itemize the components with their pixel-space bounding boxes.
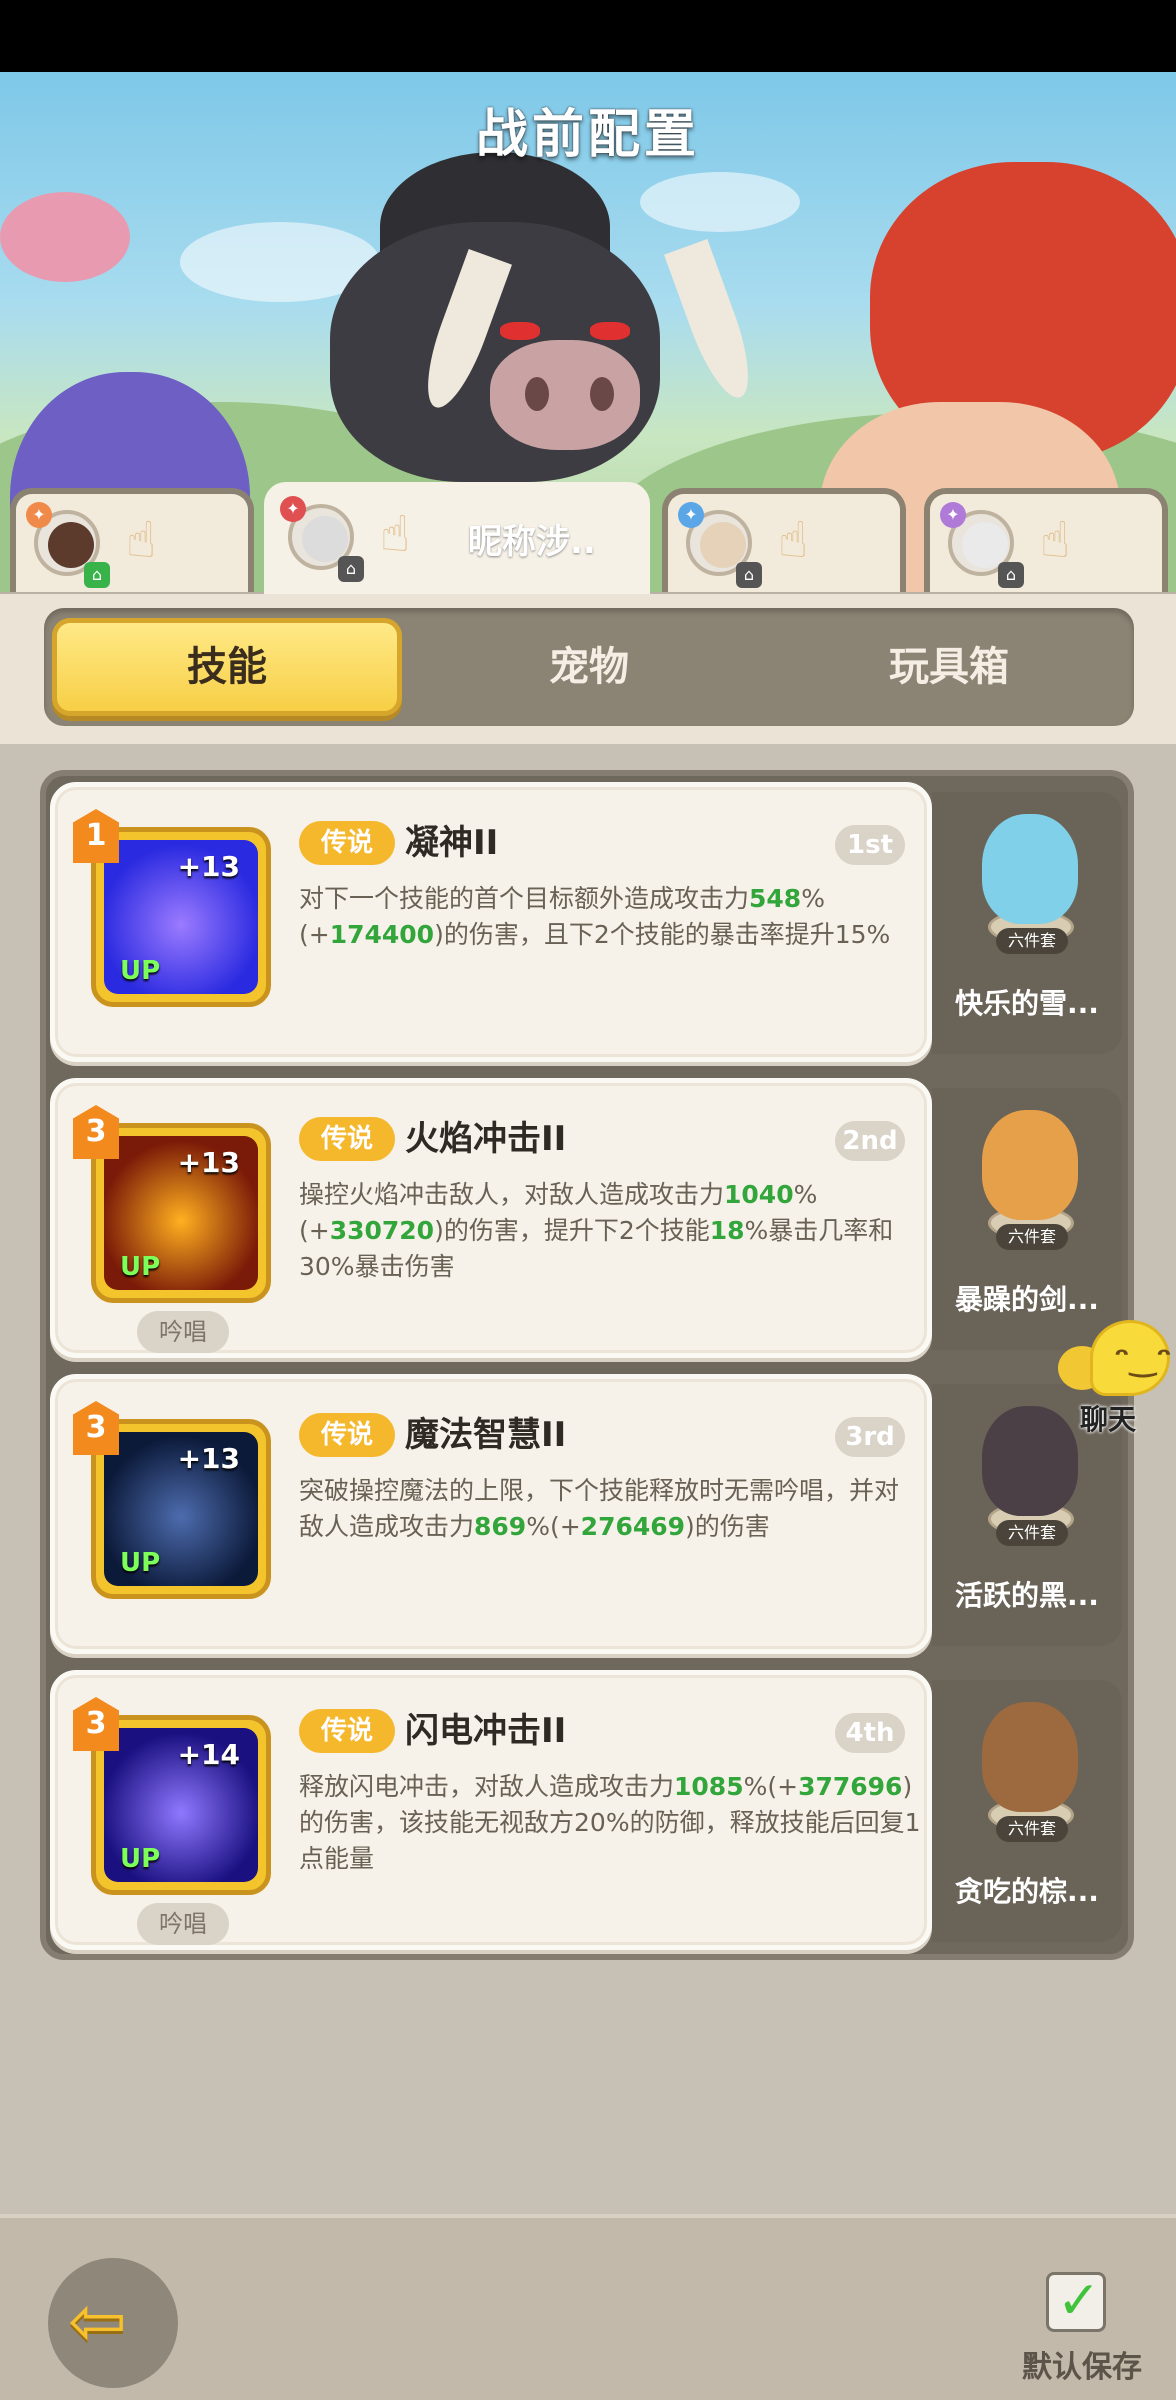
rarity-badge: 传说 xyxy=(299,1117,395,1161)
chat-label: 聊天 xyxy=(1080,1403,1137,1436)
hero-class-badge-icon: ✦ xyxy=(26,502,52,528)
skill-row[interactable]: +14 UP 3 吟唱 传说 闪电冲击II 4th 释放闪电冲击，对敌人造成攻击力1085%(… xyxy=(50,1670,1122,1950)
hero-class-badge-icon: ✦ xyxy=(940,502,966,528)
skill-card[interactable]: +14 UP 3 吟唱 传说 闪电冲击II 4th 释放闪电冲击，对敌人造成攻击力1085%(… xyxy=(50,1670,932,1950)
skill-art-icon: +13 UP xyxy=(104,1136,258,1290)
skill-row[interactable]: +13 UP 3 吟唱 传说 火焰冲击II 2nd 操控火焰冲击敌人，对敌人造成攻击力1040… xyxy=(50,1078,1122,1358)
page-title: 战前配置 xyxy=(475,105,700,165)
skill-plus-level: +13 xyxy=(177,1146,240,1179)
pet-set-tag: 六件套 xyxy=(996,1520,1068,1546)
pet-figure-icon xyxy=(982,814,1078,924)
category-tabbar: 技能 宠物 玩具箱 xyxy=(44,608,1134,726)
hero-tab-4[interactable]: ✦ ⌂ ☝ xyxy=(924,488,1168,592)
chat-button[interactable]: ᵔ‿ᵔ 聊天 xyxy=(1050,1320,1176,1436)
tap-hand-icon: ☝ xyxy=(778,511,809,569)
pet-set-tag: 六件套 xyxy=(996,1816,1068,1842)
rarity-badge: 传说 xyxy=(299,1413,395,1457)
skill-up-badge: UP xyxy=(120,1252,161,1282)
skill-description: 操控火焰冲击敌人，对敌人造成攻击力1040%(+330720)的伤害，提升下2个… xyxy=(299,1180,894,1281)
hero-status-icon: ⌂ xyxy=(338,556,364,582)
skill-up-badge: UP xyxy=(120,956,161,986)
skill-level-badge: 1 xyxy=(73,809,119,863)
skill-row[interactable]: +13 UP 1 传说 凝神II 1st 对下一个技能的首个目标额外造成攻击力548%(+1… xyxy=(50,782,1122,1062)
skill-description: 对下一个技能的首个目标额外造成攻击力548%(+174400)的伤害，且下2个技… xyxy=(299,884,891,949)
skill-name: 闪电冲击II xyxy=(405,1711,567,1751)
skill-card[interactable]: +13 UP 3 传说 魔法智慧II 3rd 突破操控魔法的上限，下个技能释放时无需吟唱，并… xyxy=(50,1374,932,1654)
pet-name: 快乐的雪... xyxy=(955,987,1099,1020)
hero-tab-1[interactable]: ✦ ⌂ ☝ xyxy=(10,488,254,592)
skill-name: 火焰冲击II xyxy=(405,1119,567,1159)
pet-slot[interactable]: 六件套暴躁的剑... xyxy=(932,1088,1122,1350)
skill-level-badge: 3 xyxy=(73,1697,119,1751)
chant-tag: 吟唱 xyxy=(137,1903,229,1945)
default-save-checkbox[interactable]: ✓ xyxy=(1046,2271,1106,2332)
rarity-badge: 传说 xyxy=(299,1709,395,1753)
skill-order-badge: 1st xyxy=(835,825,905,865)
tap-hand-icon: ☝ xyxy=(380,505,411,563)
skill-name: 凝神II xyxy=(405,823,499,863)
back-arrow-icon: ⇦ xyxy=(68,2280,127,2362)
skill-level-badge: 3 xyxy=(73,1105,119,1159)
pet-slot[interactable]: 六件套贪吃的棕... xyxy=(932,1680,1122,1942)
back-button[interactable]: ⇦ xyxy=(48,2258,178,2388)
skill-plus-level: +13 xyxy=(177,1442,240,1475)
hero-tab-2[interactable]: ✦ ⌂ ☝ 昵称涉.. xyxy=(264,482,650,594)
pet-name: 活跃的黑... xyxy=(955,1579,1099,1612)
skill-card[interactable]: +13 UP 3 吟唱 传说 火焰冲击II 2nd 操控火焰冲击敌人，对敌人造成攻击力1040… xyxy=(50,1078,932,1358)
skill-up-badge: UP xyxy=(120,1548,161,1578)
skill-order-badge: 4th xyxy=(835,1713,905,1753)
default-save-label: 默认保存 xyxy=(1022,2350,1142,2385)
status-bar xyxy=(0,0,1176,72)
skill-name: 魔法智慧II xyxy=(405,1415,567,1455)
pet-figure-icon xyxy=(982,1110,1078,1220)
skill-card[interactable]: +13 UP 1 传说 凝神II 1st 对下一个技能的首个目标额外造成攻击力548%(+1… xyxy=(50,782,932,1062)
hero-status-icon: ⌂ xyxy=(84,562,110,588)
skill-plus-level: +14 xyxy=(177,1738,240,1771)
chant-tag: 吟唱 xyxy=(137,1311,229,1353)
tab-toybox[interactable]: 玩具箱 xyxy=(774,618,1124,716)
hero-nickname: 昵称涉.. xyxy=(468,522,596,562)
hero-class-badge-icon: ✦ xyxy=(280,496,306,522)
pet-name: 贪吃的棕... xyxy=(955,1875,1099,1908)
skill-art-icon: +14 UP xyxy=(104,1728,258,1882)
pet-figure-icon xyxy=(982,1702,1078,1812)
pet-name: 暴躁的剑... xyxy=(955,1283,1099,1316)
tab-pets[interactable]: 宠物 xyxy=(414,618,764,716)
footer: ⇦ ✓ 默认保存 xyxy=(0,2214,1176,2400)
skill-up-badge: UP xyxy=(120,1844,161,1874)
skill-order-badge: 2nd xyxy=(835,1121,905,1161)
pet-slot[interactable]: 六件套快乐的雪... xyxy=(932,792,1122,1054)
skill-art-icon: +13 UP xyxy=(104,1432,258,1586)
skill-plus-level: +13 xyxy=(177,850,240,883)
tap-hand-icon: ☝ xyxy=(1040,511,1071,569)
rarity-badge: 传说 xyxy=(299,821,395,865)
skill-order-badge: 3rd xyxy=(835,1417,905,1457)
hero-status-icon: ⌂ xyxy=(736,562,762,588)
pet-set-tag: 六件套 xyxy=(996,1224,1068,1250)
skill-level-badge: 3 xyxy=(73,1401,119,1455)
tab-skills[interactable]: 技能 xyxy=(52,618,402,716)
hero-status-icon: ⌂ xyxy=(998,562,1024,588)
skill-art-icon: +13 UP xyxy=(104,840,258,994)
skill-description: 释放闪电冲击，对敌人造成攻击力1085%(+377696)的伤害，该技能无视敌方… xyxy=(299,1772,921,1873)
flying-character xyxy=(0,192,130,282)
pet-set-tag: 六件套 xyxy=(996,928,1068,954)
skill-row[interactable]: +13 UP 3 传说 魔法智慧II 3rd 突破操控魔法的上限，下个技能释放时无需吟唱，并… xyxy=(50,1374,1122,1654)
checkmark-icon: ✓ xyxy=(1057,2271,1101,2331)
skill-description: 突破操控魔法的上限，下个技能释放时无需吟唱，并对敌人造成攻击力869%(+276… xyxy=(299,1476,900,1541)
tap-hand-icon: ☝ xyxy=(126,511,157,569)
hero-class-badge-icon: ✦ xyxy=(678,502,704,528)
hero-tab-3[interactable]: ✦ ⌂ ☝ xyxy=(662,488,906,592)
